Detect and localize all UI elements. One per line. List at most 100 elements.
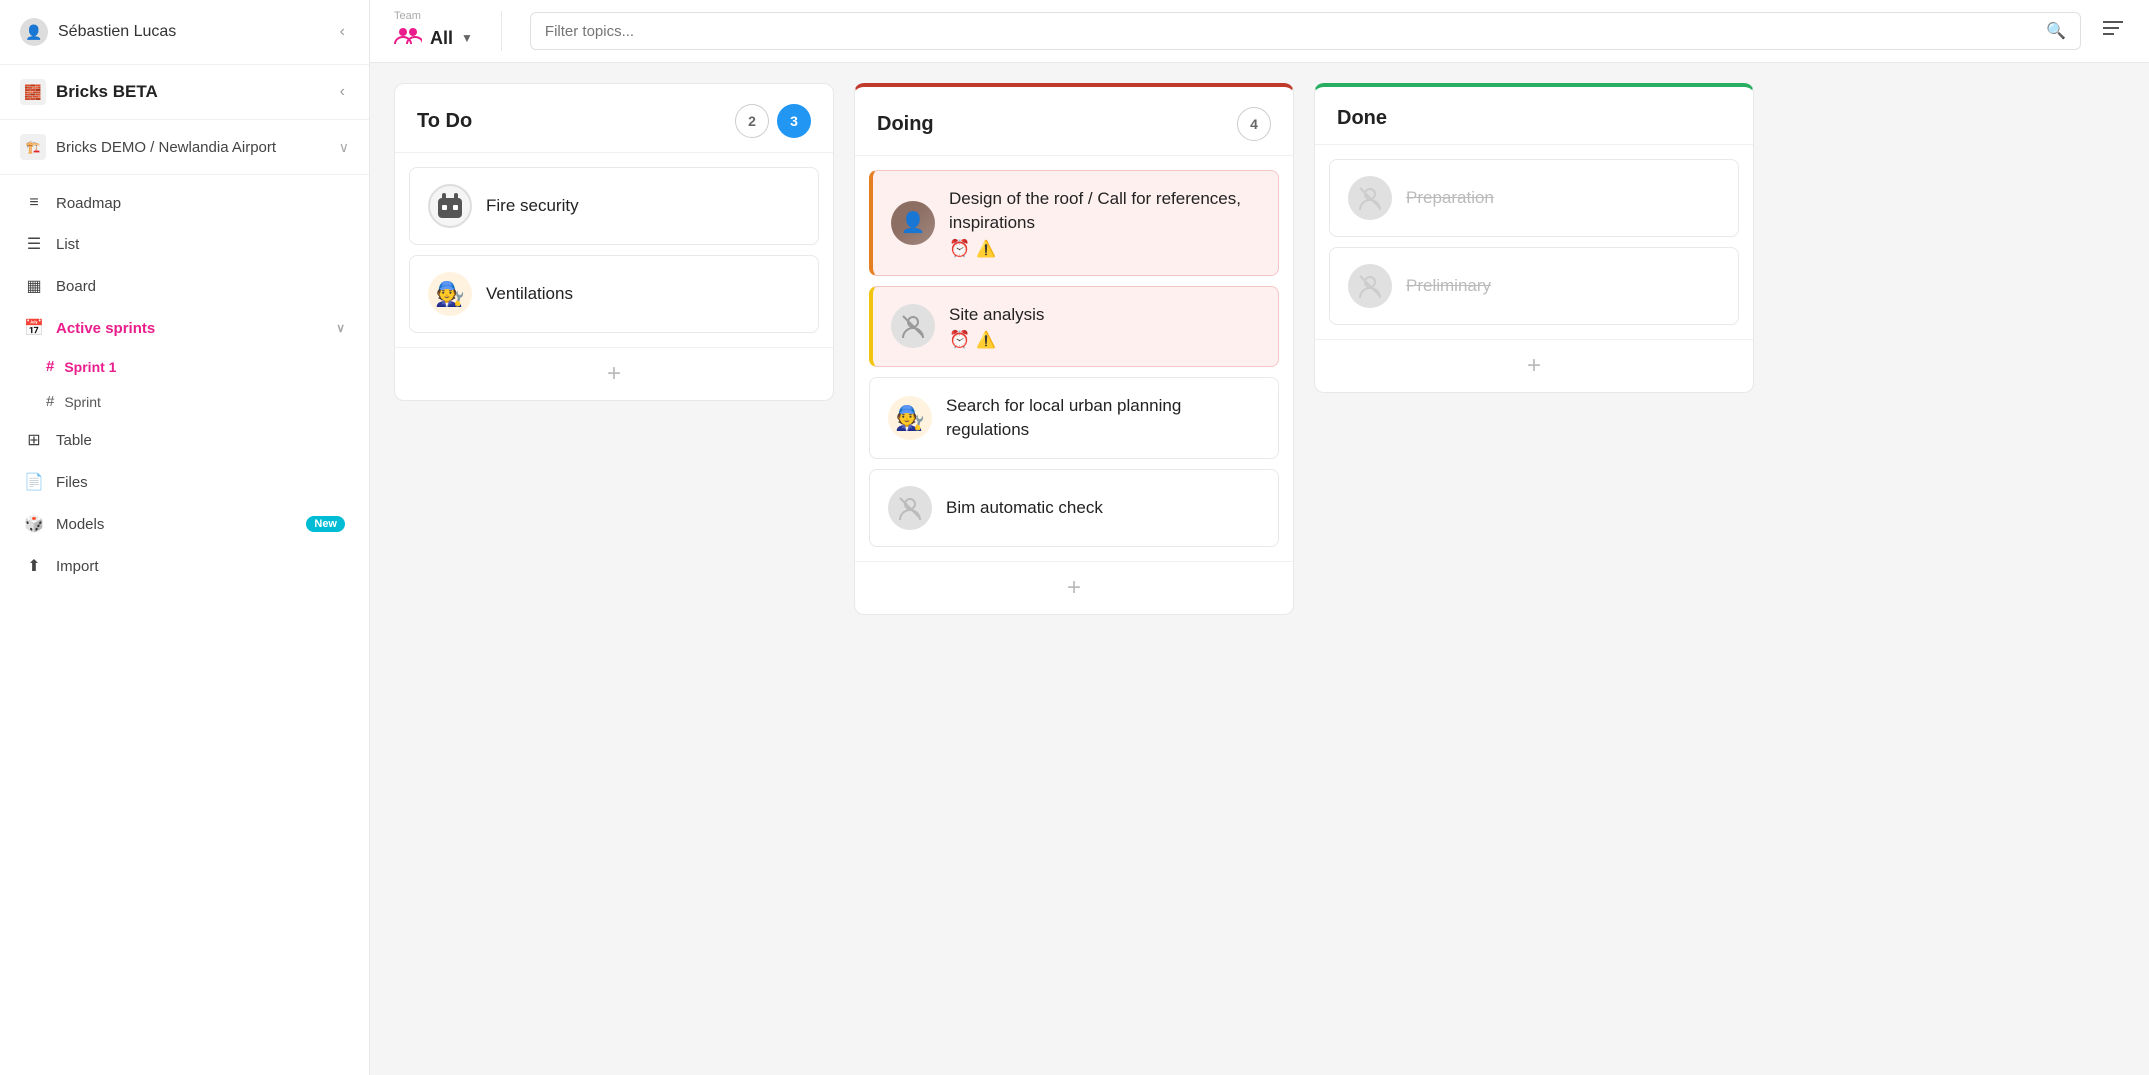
board-icon: ▦ xyxy=(24,276,44,296)
team-name-label: All xyxy=(430,28,453,49)
active-sprints-expand-icon: ∨ xyxy=(336,321,345,335)
sidebar-item-list[interactable]: ☰ List xyxy=(0,223,369,265)
card-design-roof[interactable]: 👤 Design of the roof / Call for referenc… xyxy=(869,170,1279,276)
hash-icon: # xyxy=(46,393,54,410)
app-icon: 🧱 xyxy=(20,79,46,105)
team-label: Team xyxy=(394,10,473,22)
doing-column-body: 👤 Design of the roof / Call for referenc… xyxy=(855,156,1293,561)
sidebar-item-active-sprints[interactable]: 📅 Active sprints ∨ xyxy=(0,307,369,349)
table-icon: ⊞ xyxy=(24,430,44,450)
card-content-bim-check: Bim automatic check xyxy=(946,496,1260,520)
alert-yellow-icon: ⚠️ xyxy=(976,330,996,350)
sidebar-item-table[interactable]: ⊞ Table xyxy=(0,419,369,461)
done-column-body: Preparation Preliminary xyxy=(1315,145,1753,339)
project-name: Bricks DEMO / Newlandia Airport xyxy=(56,139,276,156)
card-avatar-preliminary xyxy=(1348,264,1392,308)
app-collapse-button[interactable]: ‹ xyxy=(336,79,349,105)
project-icon: 🏗️ xyxy=(20,134,46,160)
card-preliminary[interactable]: Preliminary xyxy=(1329,247,1739,325)
card-content-site-analysis: Site analysis ⏰ ⚠️ xyxy=(949,303,1260,351)
search-icon: 🔍 xyxy=(2046,21,2066,41)
doing-count-group: 4 xyxy=(1237,107,1271,141)
card-avatar-bim-check xyxy=(888,486,932,530)
topbar-actions xyxy=(2101,18,2125,44)
card-preparation[interactable]: Preparation xyxy=(1329,159,1739,237)
card-title-preliminary: Preliminary xyxy=(1406,274,1720,298)
active-sprints-icon: 📅 xyxy=(24,318,44,338)
todo-count-badge-1: 2 xyxy=(735,104,769,138)
card-title-search-urban: Search for local urban planning regulati… xyxy=(946,394,1260,442)
todo-count-group: 2 3 xyxy=(735,104,811,138)
column-done-header: Done xyxy=(1315,87,1753,145)
doing-add-button[interactable]: + xyxy=(855,561,1293,614)
todo-column-body: Fire security 🧑‍🔧 Ventilations xyxy=(395,153,833,347)
card-avatar-preparation xyxy=(1348,176,1392,220)
column-doing: Doing 4 👤 Design of the roof / Call for … xyxy=(854,83,1294,615)
card-site-analysis[interactable]: Site analysis ⏰ ⚠️ xyxy=(869,286,1279,368)
card-avatar-site-analysis xyxy=(891,304,935,348)
topbar: Team All ▼ 🔍 xyxy=(370,0,2149,63)
card-content-preliminary: Preliminary xyxy=(1406,274,1720,298)
app-name-row[interactable]: 🧱 Bricks BETA ‹ xyxy=(20,79,349,105)
doing-count-badge: 4 xyxy=(1237,107,1271,141)
card-content-design-roof: Design of the roof / Call for references… xyxy=(949,187,1260,259)
user-avatar-icon: 👤 xyxy=(20,18,48,46)
card-fire-security[interactable]: Fire security xyxy=(409,167,819,245)
models-icon: 🎲 xyxy=(24,514,44,534)
sidebar-item-label: Models xyxy=(56,516,104,533)
sidebar-item-models[interactable]: 🎲 Models New xyxy=(0,503,369,545)
card-ventilations[interactable]: 🧑‍🔧 Ventilations xyxy=(409,255,819,333)
todo-add-button[interactable]: + xyxy=(395,347,833,400)
list-icon: ☰ xyxy=(24,234,44,254)
team-icon xyxy=(394,24,422,52)
sort-button[interactable] xyxy=(2101,18,2125,44)
team-select-button[interactable]: All ▼ xyxy=(394,24,473,52)
user-name: Sébastien Lucas xyxy=(58,23,176,41)
card-content-ventilations: Ventilations xyxy=(486,282,800,306)
card-avatar-design-roof: 👤 xyxy=(891,201,935,245)
sidebar-item-sprint[interactable]: # Sprint xyxy=(0,384,369,419)
column-doing-header: Doing 4 xyxy=(855,87,1293,156)
card-indicators-site-analysis: ⏰ ⚠️ xyxy=(949,330,1260,350)
sidebar-item-label: Active sprints xyxy=(56,320,155,337)
user-profile[interactable]: 👤 Sébastien Lucas xyxy=(20,18,176,46)
card-search-urban[interactable]: 🧑‍🔧 Search for local urban planning regu… xyxy=(869,377,1279,459)
import-icon: ⬆ xyxy=(24,556,44,576)
column-todo-header: To Do 2 3 xyxy=(395,84,833,153)
sidebar-item-import[interactable]: ⬆ Import xyxy=(0,545,369,587)
card-content-preparation: Preparation xyxy=(1406,186,1720,210)
filter-input[interactable] xyxy=(545,23,2038,40)
project-selector[interactable]: 🏗️ Bricks DEMO / Newlandia Airport ∨ xyxy=(0,120,369,175)
sidebar-item-roadmap[interactable]: ≡ Roadmap xyxy=(0,183,369,223)
alert-red-icon: ⏰ xyxy=(949,239,970,259)
team-selector: Team All ▼ xyxy=(394,10,473,52)
sidebar-item-files[interactable]: 📄 Files xyxy=(0,461,369,503)
card-avatar-search-urban: 🧑‍🔧 xyxy=(888,396,932,440)
filter-bar[interactable]: 🔍 xyxy=(530,12,2081,50)
card-title-bim-check: Bim automatic check xyxy=(946,496,1260,520)
card-title-design-roof: Design of the roof / Call for references… xyxy=(949,187,1260,235)
topbar-divider xyxy=(501,11,502,51)
sidebar-item-label: Files xyxy=(56,474,88,491)
team-dropdown-arrow-icon: ▼ xyxy=(461,31,473,45)
column-doing-title: Doing xyxy=(877,113,934,136)
alert-yellow-icon: ⚠️ xyxy=(976,239,996,259)
card-indicators-design-roof: ⏰ ⚠️ xyxy=(949,239,1260,259)
column-todo-title: To Do xyxy=(417,110,472,133)
card-title-preparation: Preparation xyxy=(1406,186,1720,210)
card-content-search-urban: Search for local urban planning regulati… xyxy=(946,394,1260,442)
card-bim-check[interactable]: Bim automatic check xyxy=(869,469,1279,547)
files-icon: 📄 xyxy=(24,472,44,492)
app-name-label: Bricks BETA xyxy=(56,82,158,102)
done-add-button[interactable]: + xyxy=(1315,339,1753,392)
alert-red-icon: ⏰ xyxy=(949,330,970,350)
sidebar-item-board[interactable]: ▦ Board xyxy=(0,265,369,307)
column-todo: To Do 2 3 xyxy=(394,83,834,401)
card-avatar-fire-security xyxy=(428,184,472,228)
card-content-fire-security: Fire security xyxy=(486,194,800,218)
main-content: Team All ▼ 🔍 xyxy=(370,0,2149,1075)
sidebar-item-sprint-1[interactable]: # Sprint 1 xyxy=(0,349,369,384)
sidebar-item-label: Sprint xyxy=(64,394,101,410)
card-avatar-ventilations: 🧑‍🔧 xyxy=(428,272,472,316)
sidebar-collapse-button[interactable]: ‹ xyxy=(336,19,349,45)
